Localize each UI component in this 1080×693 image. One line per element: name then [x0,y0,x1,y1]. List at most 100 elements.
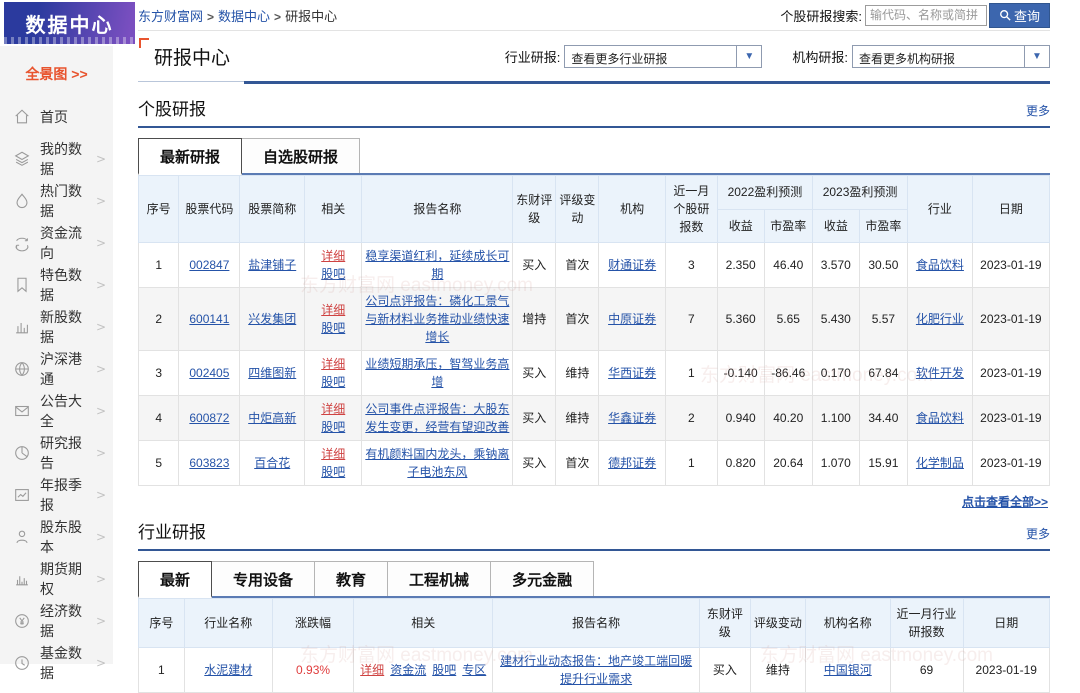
org-link[interactable]: 德邦证券 [608,456,656,470]
stock-code-link[interactable]: 002405 [189,366,229,380]
org-link[interactable]: 中原证券 [608,312,656,326]
related-link-详细[interactable]: 详细 [321,303,345,317]
tab-最新[interactable]: 最新 [138,561,212,598]
cell-change-pct: 0.93% [272,648,353,693]
industry-link[interactable]: 软件开发 [916,366,964,380]
sidebar-item-基金数据[interactable]: 基金数据> [0,642,113,684]
related-link-资金流[interactable]: 资金流 [390,663,426,677]
related-link-股吧[interactable]: 股吧 [321,465,345,479]
related-link-详细[interactable]: 详细 [360,663,384,677]
stock-code-link[interactable]: 600872 [189,411,229,425]
related-link-股吧[interactable]: 股吧 [321,321,345,335]
panorama-link[interactable]: 全景图 >> [0,54,113,96]
cell-em-rating: 买入 [513,243,556,288]
report-title-link[interactable]: 业绩短期承压，智驾业务高增 [365,357,509,389]
stock-name-link[interactable]: 百合花 [254,456,290,470]
stock-report-row: 5603823百合花详细股吧有机颜料国内龙头，乘钠离子电池东风买入首次德邦证券1… [139,441,1050,486]
sidebar-item-新股数据[interactable]: 新股数据> [0,306,113,348]
header-selects: 行业研报: 查看更多行业研报 ▼ 机构研报: 查看更多机构研报 ▼ [505,45,1050,68]
sidebar-item-我的数据[interactable]: 我的数据> [0,138,113,180]
sidebar-item-经济数据[interactable]: 经济数据> [0,600,113,642]
org-link[interactable]: 华鑫证券 [608,411,656,425]
cell-rating-change: 首次 [556,441,599,486]
sidebar-item-热门数据[interactable]: 热门数据> [0,180,113,222]
stock-report-row: 4600872中炬高新详细股吧公司事件点评报告：大股东发生变更，经营有望迎改善买… [139,396,1050,441]
cell-related: 详细资金流股吧专区 [354,648,493,693]
related-link-股吧[interactable]: 股吧 [321,267,345,281]
cell-stock-code: 600141 [179,288,240,351]
col-org: 机构 [599,176,665,243]
stock-code-link[interactable]: 603823 [189,456,229,470]
industry-more-link[interactable]: 更多 [1026,525,1050,542]
report-title-link[interactable]: 有机颜料国内龙头，乘钠离子电池东风 [365,447,509,479]
stock-code-link[interactable]: 002847 [189,258,229,272]
tab-工程机械[interactable]: 工程机械 [387,561,491,596]
sidebar-item-沪深港通[interactable]: 沪深港通> [0,348,113,390]
cell-industry: 软件开发 [908,351,973,396]
breadcrumb-item[interactable]: 数据中心 [218,9,270,24]
search-button[interactable]: 查询 [989,3,1050,28]
org-link[interactable]: 财通证券 [608,258,656,272]
org-select-label: 机构研报: [792,47,848,66]
industry-report-select[interactable]: 查看更多行业研报 ▼ [564,45,762,68]
industry-link[interactable]: 食品饮料 [916,258,964,272]
industry-select-label: 行业研报: [505,47,561,66]
cell-pe-2023: 34.40 [859,396,907,441]
report-title-link[interactable]: 稳享渠道红利，延续成长可期 [365,249,509,281]
tab-自选股研报[interactable]: 自选股研报 [241,138,360,173]
breadcrumb-item[interactable]: 东方财富网 [138,9,203,24]
corner-bracket-icon [139,38,149,48]
search-input[interactable] [865,5,987,26]
stock-more-link[interactable]: 更多 [1026,102,1050,119]
tab-专用设备[interactable]: 专用设备 [211,561,315,596]
stock-report-row: 3002405四维图新详细股吧业绩短期承压，智驾业务高增买入维持华西证券1-0.… [139,351,1050,396]
related-link-股吧[interactable]: 股吧 [321,420,345,434]
sidebar-item-股东股本[interactable]: 股东股本> [0,516,113,558]
stock-name-link[interactable]: 兴发集团 [248,312,296,326]
sidebar-item-资金流向[interactable]: 资金流向> [0,222,113,264]
sidebar-item-年报季报[interactable]: 年报季报> [0,474,113,516]
tab-多元金融[interactable]: 多元金融 [490,561,594,596]
related-link-股吧[interactable]: 股吧 [432,663,456,677]
cell-eps-2022: 0.940 [717,396,764,441]
stock-report-row: 2600141兴发集团详细股吧公司点评报告：磷化工景气与新材料业务推动业绩快速增… [139,288,1050,351]
view-all-link[interactable]: 点击查看全部>> [962,495,1048,509]
related-link-专区[interactable]: 专区 [462,663,486,677]
chevron-right-icon: > [96,404,106,418]
sidebar-item-期货期权[interactable]: 期货期权> [0,558,113,600]
industry-select-value: 查看更多行业研报 [565,46,736,67]
org-report-select[interactable]: 查看更多机构研报 ▼ [852,45,1050,68]
stock-name-link[interactable]: 中炬高新 [248,411,296,425]
stock-report-table: 序号 股票代码 股票简称 相关 报告名称 东财评级 评级变动 机构 近一月个股研… [138,175,1050,486]
report-title-link[interactable]: 建材行业动态报告：地产竣工端回暖提升行业需求 [500,654,692,686]
cell-date: 2023-01-19 [963,648,1050,693]
org-link[interactable]: 华西证券 [608,366,656,380]
sidebar-item-公告大全[interactable]: 公告大全> [0,390,113,432]
related-link-详细[interactable]: 详细 [321,357,345,371]
chevron-right-icon: > [96,194,106,208]
col-related: 相关 [305,176,362,243]
industry-name-link[interactable]: 水泥建材 [204,663,252,677]
breadcrumb-separator: > [274,10,281,24]
stock-name-link[interactable]: 四维图新 [248,366,296,380]
cell-org: 财通证券 [599,243,665,288]
related-link-股吧[interactable]: 股吧 [321,375,345,389]
stock-code-link[interactable]: 600141 [189,312,229,326]
report-title-link[interactable]: 公司事件点评报告：大股东发生变更，经营有望迎改善 [365,402,509,434]
stock-name-link[interactable]: 盐津铺子 [248,258,296,272]
tab-最新研报[interactable]: 最新研报 [138,138,242,175]
tab-教育[interactable]: 教育 [314,561,388,596]
industry-link[interactable]: 食品饮料 [916,411,964,425]
sidebar-item-特色数据[interactable]: 特色数据> [0,264,113,306]
sidebar-item-首页[interactable]: 首页 [0,96,113,138]
industry-link[interactable]: 化肥行业 [916,312,964,326]
col-eps-2023: 收益 [812,209,859,243]
related-link-详细[interactable]: 详细 [321,402,345,416]
related-link-详细[interactable]: 详细 [321,447,345,461]
industry-link[interactable]: 化学制品 [916,456,964,470]
report-title-link[interactable]: 公司点评报告：磷化工景气与新材料业务推动业绩快速增长 [365,294,509,344]
sidebar-item-研究报告[interactable]: 研究报告> [0,432,113,474]
chevron-right-icon: > [96,530,106,544]
org-link[interactable]: 中国银河 [824,663,872,677]
related-link-详细[interactable]: 详细 [321,249,345,263]
